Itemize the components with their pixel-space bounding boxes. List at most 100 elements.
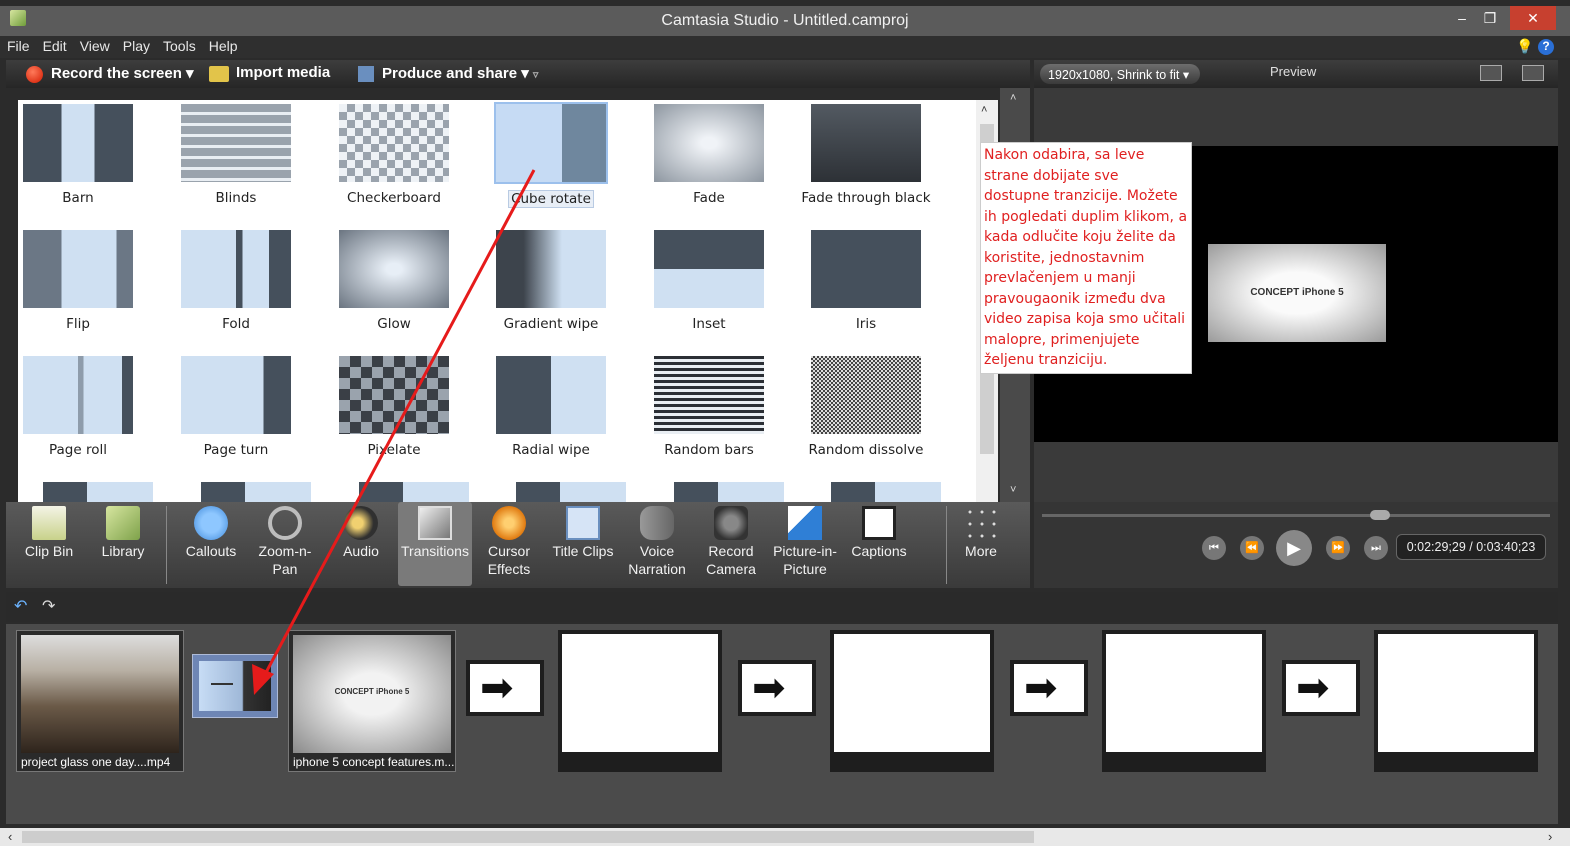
transition-thumbnail[interactable] (674, 482, 784, 502)
transition-tile[interactable]: Checkerboard (319, 104, 469, 206)
menu-file[interactable]: File (0, 36, 36, 54)
transition-thumbnail[interactable] (359, 482, 469, 502)
tab-zoom-n-pan[interactable]: Zoom-n-Pan (248, 502, 322, 586)
tip-bulb-icon[interactable]: 💡 (1516, 38, 1533, 55)
empty-clip-slot[interactable] (1102, 630, 1266, 772)
storyboard-scrollbar[interactable]: ‹ › (0, 828, 1570, 846)
import-media-button[interactable]: Import media (236, 64, 330, 81)
transition-thumbnail (654, 356, 764, 434)
seek-thumb[interactable] (1370, 510, 1390, 520)
tab-voice-narration[interactable]: Voice Narration (620, 502, 694, 586)
transition-tile[interactable]: Fade (634, 104, 784, 206)
transition-thumbnail (181, 230, 291, 308)
play-icon[interactable]: ▶ (1276, 530, 1312, 566)
empty-clip-slot[interactable] (1374, 630, 1538, 772)
transition-tile[interactable]: Fade through black (791, 104, 941, 206)
transition-tile[interactable]: Iris (791, 230, 941, 332)
time-readout: 0:02:29;29 / 0:03:40;23 (1396, 534, 1546, 560)
fit-icon[interactable] (1480, 65, 1502, 81)
transition-thumbnail (811, 230, 921, 308)
tab-clip-bin[interactable]: Clip Bin (12, 502, 86, 586)
skip-back-icon[interactable]: ⏮ (1202, 536, 1226, 560)
menu-help[interactable]: Help (202, 36, 244, 54)
transition-tile[interactable]: Random bars (634, 356, 784, 458)
transition-slot-area: ➡ (742, 664, 812, 712)
transition-tile[interactable]: Cube rotate (476, 102, 626, 208)
menu-edit[interactable]: Edit (36, 36, 73, 54)
transition-tile[interactable]: Gradient wipe (476, 230, 626, 332)
menu-view[interactable]: View (73, 36, 116, 54)
transition-thumbnail[interactable] (201, 482, 311, 502)
storyboard-clip[interactable]: CONCEPT iPhone 5 iphone 5 concept featur… (288, 630, 456, 772)
transition-thumbnail[interactable] (43, 482, 153, 502)
transition-slot-cube-rotate[interactable] (192, 654, 278, 718)
menu-tools[interactable]: Tools (156, 36, 202, 54)
transition-slot[interactable]: ➡ (1010, 660, 1088, 716)
tab-more[interactable]: More (944, 502, 1018, 586)
transition-tile[interactable]: Barn (18, 104, 153, 206)
fast-forward-icon[interactable]: ⏩ (1326, 536, 1350, 560)
scroll-up-icon[interactable]: ˄ (981, 104, 987, 116)
storyboard-clip[interactable]: project glass one day....mp4 (16, 630, 184, 772)
menu-bar: File Edit View Play Tools Help 💡 ? (0, 36, 1570, 58)
transition-slot[interactable]: ➡ (738, 660, 816, 716)
undo-icon[interactable]: ↶ (14, 596, 27, 616)
minimize-button[interactable]: – (1450, 6, 1474, 30)
transition-thumbnail (23, 230, 133, 308)
empty-clip-slot[interactable] (830, 630, 994, 772)
scroll-right-icon[interactable]: › (1548, 829, 1552, 844)
scroll-left-icon[interactable]: ‹ (8, 829, 12, 844)
transition-thumbnail (496, 356, 606, 434)
detach-preview-icon[interactable] (1522, 65, 1544, 81)
transition-tile[interactable]: Pixelate (319, 356, 469, 458)
seek-track[interactable] (1042, 514, 1550, 517)
tab-record-camera[interactable]: Record Camera (694, 502, 768, 586)
tab-title-clips[interactable]: Title Clips (546, 502, 620, 586)
scroll-thumb[interactable] (22, 831, 1034, 843)
help-icon[interactable]: ? (1538, 39, 1554, 55)
tab-captions[interactable]: Captions (842, 502, 916, 586)
transition-tile[interactable]: Flip (18, 230, 153, 332)
transition-tile[interactable]: Radial wipe (476, 356, 626, 458)
tab-label: Callouts (185, 543, 237, 559)
produce-share-button[interactable]: Produce and share ▾ ▿ (382, 64, 538, 82)
transition-label: Cube rotate (508, 190, 594, 208)
tab-cursor-effects[interactable]: Cursor Effects (472, 502, 546, 586)
transition-tile[interactable]: Glow (319, 230, 469, 332)
chevron-up-icon[interactable]: ˄ (1010, 92, 1016, 104)
tab-callouts[interactable]: Callouts (174, 502, 248, 586)
preview-label: Preview (1270, 64, 1317, 79)
redo-icon[interactable]: ↷ (42, 596, 55, 616)
tab-audio[interactable]: Audio (324, 502, 398, 586)
resolution-dropdown[interactable]: 1920x1080, Shrink to fit ▾ (1040, 64, 1200, 84)
rewind-icon[interactable]: ⏪ (1240, 536, 1264, 560)
transition-tile[interactable]: Blinds (161, 104, 311, 206)
chevron-down-icon[interactable]: ˅ (1010, 484, 1016, 496)
close-button[interactable]: ✕ (1510, 6, 1556, 30)
transition-label: Fade through black (801, 190, 931, 206)
transition-thumbnail[interactable] (831, 482, 941, 502)
skip-forward-icon[interactable]: ⏭ (1364, 536, 1388, 560)
transition-label: Fold (222, 316, 250, 332)
transition-tile[interactable]: Inset (634, 230, 784, 332)
cursor-icon (492, 506, 526, 540)
transition-tile[interactable]: Page turn (161, 356, 311, 458)
record-screen-button[interactable]: Record the screen ▾ (51, 64, 194, 82)
transition-thumbnail[interactable] (516, 482, 626, 502)
tab-transitions[interactable]: Transitions (398, 502, 472, 586)
restore-button[interactable]: ❐ (1478, 6, 1502, 30)
more-icon (964, 506, 998, 540)
transition-thumbnail (181, 356, 291, 434)
menu-play[interactable]: Play (116, 36, 156, 54)
empty-clip-slot[interactable] (558, 630, 722, 772)
transition-slot[interactable]: ➡ (466, 660, 544, 716)
transition-tile[interactable]: Fold (161, 230, 311, 332)
transition-slot[interactable]: ➡ (1282, 660, 1360, 716)
transition-tile[interactable]: Random dissolve (791, 356, 941, 458)
transition-thumbnail (339, 356, 449, 434)
transition-label: Radial wipe (512, 442, 590, 458)
tab-label: Cursor Effects (487, 543, 531, 577)
tab-picture-in-picture[interactable]: Picture-in-Picture (768, 502, 842, 586)
transition-tile[interactable]: Page roll (18, 356, 153, 458)
tab-library[interactable]: Library (86, 502, 160, 586)
